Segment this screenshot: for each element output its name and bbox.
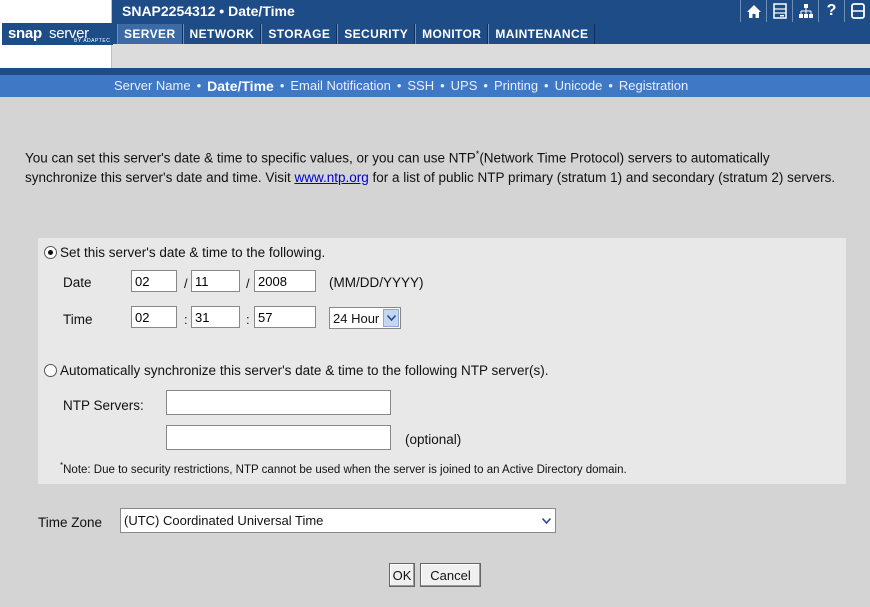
subnav-server-name[interactable]: Server Name [114,78,191,94]
subnav-email-notification[interactable]: Email Notification [290,78,390,94]
date-format-hint: (MM/DD/YYYY) [329,275,424,290]
ntp-sync-label: Automatically synchronize this server's … [60,363,549,378]
subnav-ups[interactable]: UPS [451,78,478,94]
subnav-printing[interactable]: Printing [494,78,538,94]
subnav-unicode[interactable]: Unicode [555,78,603,94]
tab-network[interactable]: NETWORK [182,24,262,44]
date-label: Date [63,275,92,290]
cancel-button[interactable]: Cancel [420,563,481,587]
subnav-ssh[interactable]: SSH [407,78,434,94]
ntp-org-link[interactable]: www.ntp.org [294,170,368,185]
date-day-input[interactable] [191,270,240,292]
hour-mode-select[interactable]: 24 Hour [329,307,401,329]
logo-area: snap server BY ADAPTEC [0,0,113,68]
time-zone-value: (UTC) Coordinated Universal Time [124,513,324,528]
date-year-input[interactable] [254,270,316,292]
intro-paragraph: You can set this server's date & time to… [25,145,845,187]
time-hour-input[interactable] [131,306,177,328]
date-separator-2: / [246,276,250,291]
logo-sub-text: BY ADAPTEC [74,38,111,44]
network-icon[interactable] [792,0,818,22]
main-tabs-row: SERVER NETWORK STORAGE SECURITY MONITOR … [112,22,870,44]
title-bar: SNAP2254312 • Date/Time ? [112,0,870,22]
manual-time-option[interactable]: Set this server's date & time to the fol… [44,245,325,260]
home-icon[interactable] [740,0,766,22]
time-zone-select[interactable]: (UTC) Coordinated Universal Time [120,508,556,533]
top-icon-bar: ? [740,0,870,22]
ntp-sync-radio[interactable] [44,364,57,377]
ntp-note: *Note: Due to security restrictions, NTP… [60,461,627,476]
sub-navigation: Server Name • Date/Time • Email Notifica… [0,75,870,97]
time-label: Time [63,312,93,327]
intro-text-3: for a list of public NTP primary (stratu… [368,169,836,185]
main-tabs: SERVER NETWORK STORAGE SECURITY MONITOR … [117,24,596,44]
tab-storage[interactable]: STORAGE [261,24,338,44]
header-divider [0,68,870,75]
status-icon[interactable] [844,0,870,22]
ntp-server-2-input[interactable] [166,425,391,450]
logo-snap-text: snap [8,25,42,42]
subnav-registration[interactable]: Registration [619,78,688,94]
note-text: Note: Due to security restrictions, NTP … [63,463,627,476]
help-icon[interactable]: ? [818,0,844,22]
page-title: SNAP2254312 • Date/Time [122,3,295,19]
tab-maintenance[interactable]: MAINTENANCE [488,24,596,44]
subnav-date-time[interactable]: Date/Time [207,78,274,94]
manual-time-label: Set this server's date & time to the fol… [60,245,326,260]
intro-text-1: You can set this server's date & time to… [25,150,476,166]
hour-mode-value: 24 Hour [333,310,380,326]
time-separator-2: : [246,312,250,327]
ntp-server-1-input[interactable] [166,390,391,415]
ok-button[interactable]: OK [389,563,415,587]
time-second-input[interactable] [254,306,316,328]
time-zone-label: Time Zone [38,515,103,530]
ntp-sync-option[interactable]: Automatically synchronize this server's … [44,363,549,378]
tab-server[interactable]: SERVER [117,24,183,44]
date-month-input[interactable] [131,270,177,292]
chevron-down-icon[interactable] [383,309,399,327]
tab-monitor[interactable]: MONITOR [415,24,489,44]
date-separator-1: / [184,276,188,291]
chevron-down-icon[interactable] [538,510,554,531]
time-minute-input[interactable] [191,306,240,328]
header: snap server BY ADAPTEC SNAP2254312 • Dat… [0,0,870,68]
time-separator-1: : [184,312,188,327]
ntp-optional-hint: (optional) [405,432,462,447]
ntp-servers-label: NTP Servers: [63,398,144,413]
manual-time-radio[interactable] [44,246,57,259]
tab-security[interactable]: SECURITY [337,24,416,44]
drives-icon[interactable] [766,0,792,22]
